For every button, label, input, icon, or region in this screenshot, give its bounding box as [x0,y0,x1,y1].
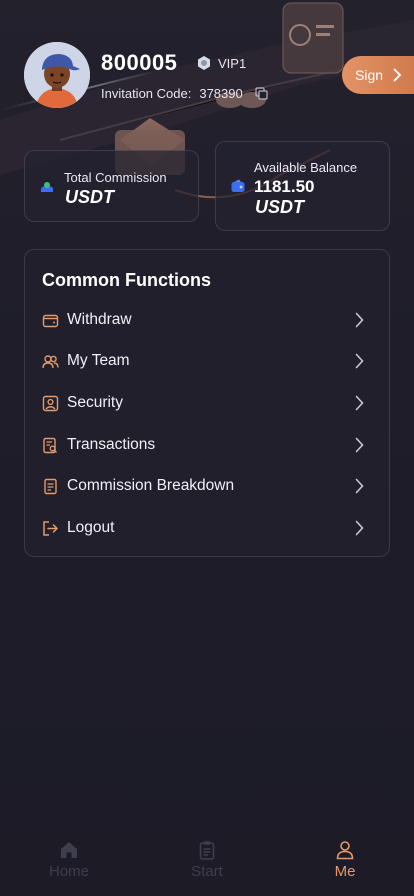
tab-start[interactable]: Start [167,840,247,890]
chevron-right-icon [355,437,364,453]
user-id: 800005 [101,50,178,75]
invitation-label: Invitation Code: [101,86,192,101]
available-balance-label: Available Balance [254,160,358,175]
transactions-icon [43,437,57,453]
menu-item-label: Commission Breakdown [67,477,235,494]
common-functions-title: Common Functions [42,270,211,290]
copy-icon[interactable] [255,87,268,100]
chevron-right-icon [355,478,364,494]
tab-label: Start [191,863,223,880]
vip-label: VIP1 [218,55,247,71]
total-commission-label: Total Commission [64,170,167,185]
available-balance-unit: USDT [255,197,304,217]
menu-item-label: My Team [67,352,130,369]
vip-icon [198,56,210,70]
menu-item-transactions[interactable]: Transactions [25,427,389,463]
invitation-code: 378390 [199,86,243,101]
me-page: 800005 VIP1 Invitation Code: 378390 Sign… [0,0,414,896]
wallet-balance-icon [231,179,245,192]
home-icon [61,842,77,858]
chevron-right-icon [355,353,364,369]
available-balance-value: 1181.50 [254,177,315,196]
available-balance-card: Available Balance 1181.50 USDT [215,141,390,231]
wallet-icon [42,314,59,327]
menu-item-label: Withdraw [67,311,132,328]
avatar-image [24,42,90,108]
bottom-tab-bar: Home Start Me [0,830,414,896]
invitation-row: Invitation Code: 378390 [101,86,268,101]
chevron-right-icon [355,395,364,411]
user-icon [336,841,354,860]
team-icon [42,354,59,368]
tab-me[interactable]: Me [305,840,385,890]
chevron-right-icon [393,68,402,82]
tab-label: Me [334,863,356,880]
commission-icon [41,182,53,192]
vip-badge: VIP1 [196,53,246,73]
common-functions-panel: Common Functions Withdraw My Team Securi… [24,249,390,557]
menu-item-my-team[interactable]: My Team [25,343,389,379]
menu-item-logout[interactable]: Logout [25,510,389,546]
chevron-right-icon [355,312,364,328]
tab-label: Home [48,863,89,880]
clipboard-icon [199,841,215,860]
menu-item-commission-breakdown[interactable]: Commission Breakdown [25,468,389,504]
menu-item-label: Logout [67,519,115,536]
menu-item-label: Security [67,394,123,411]
menu-item-label: Transactions [67,436,156,453]
document-icon [44,478,57,494]
tab-home[interactable]: Home [29,840,109,890]
total-commission-unit: USDT [65,187,114,207]
sign-button[interactable]: Sign [342,56,414,94]
security-icon [42,395,59,411]
sign-label: Sign [355,67,384,83]
menu-item-security[interactable]: Security [25,385,389,421]
avatar[interactable] [24,42,90,108]
total-commission-card: Total Commission USDT [24,150,199,222]
menu-item-withdraw[interactable]: Withdraw [25,302,389,338]
logout-icon [43,520,58,536]
chevron-right-icon [355,520,364,536]
